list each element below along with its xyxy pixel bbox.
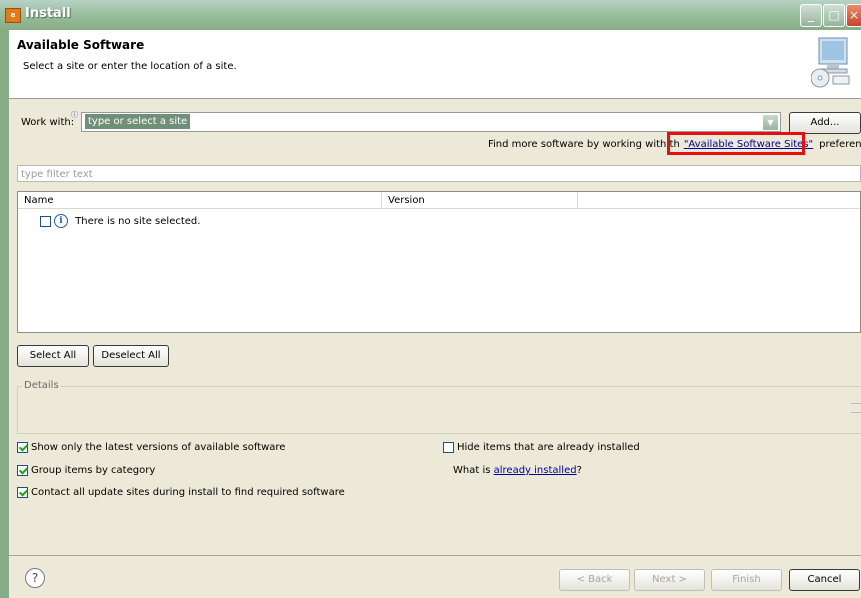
page-title: Available Software (17, 38, 145, 52)
row-checkbox[interactable] (40, 215, 51, 227)
chevron-down-icon[interactable]: ▼ (762, 114, 779, 131)
minimize-button[interactable]: _ (800, 4, 822, 27)
close-button[interactable]: × (846, 4, 861, 27)
filter-input[interactable]: type filter text (17, 165, 861, 182)
hide-installed-label: Hide items that are already installed (457, 442, 640, 453)
page-description: Select a site or enter the location of a… (23, 61, 237, 72)
option-contact-sites[interactable]: Contact all update sites during install … (17, 486, 345, 500)
group-by-category-checkbox[interactable] (17, 464, 28, 476)
scroll-grip-icon[interactable] (851, 403, 861, 413)
app-icon: e (5, 8, 21, 23)
maximize-button[interactable]: □ (823, 4, 845, 27)
what-is-installed-text: What is already installed? (453, 464, 582, 478)
window-title: Install (25, 6, 71, 21)
hide-installed-checkbox[interactable] (443, 441, 454, 453)
next-button[interactable]: Next > (634, 569, 705, 591)
info-decoration-icon: ⓘ (71, 111, 78, 119)
work-with-input[interactable]: type or select a site (85, 114, 191, 129)
window-border (0, 30, 9, 598)
column-header-name[interactable]: Name (18, 192, 382, 209)
select-all-button[interactable]: Select All (17, 345, 89, 367)
what-is-suffix: ? (576, 465, 582, 476)
back-button[interactable]: < Back (559, 569, 630, 591)
row-label: There is no site selected. (75, 216, 201, 227)
footer-divider (9, 555, 861, 556)
deselect-all-button[interactable]: Deselect All (93, 345, 169, 367)
show-latest-checkbox[interactable] (17, 441, 28, 453)
find-more-prefix: Find more software by working with th (488, 139, 680, 150)
option-hide-installed[interactable]: Hide items that are already installed (443, 441, 640, 455)
finish-button[interactable]: Finish (711, 569, 782, 591)
already-installed-link[interactable]: already installed (494, 465, 577, 476)
title-bar: e Install _ □ × (0, 0, 861, 30)
help-icon[interactable]: ? (25, 568, 45, 588)
computer-cd-icon (811, 37, 850, 88)
work-with-combo[interactable]: type or select a site ▼ (81, 112, 781, 132)
what-is-prefix: What is (453, 465, 494, 476)
option-group-by-category[interactable]: Group items by category (17, 464, 155, 478)
software-tree[interactable]: Name Version i There is no site selected… (17, 191, 861, 333)
option-show-latest[interactable]: Show only the latest versions of availab… (17, 441, 285, 455)
tree-row[interactable]: i There is no site selected. (40, 214, 200, 228)
column-header-empty (578, 192, 860, 209)
add-button[interactable]: Add... (789, 112, 861, 134)
find-more-suffix: preferences. (819, 139, 861, 150)
contact-sites-label: Contact all update sites during install … (31, 487, 345, 498)
contact-sites-checkbox[interactable] (17, 486, 28, 498)
details-group: Details (17, 380, 861, 434)
cancel-button[interactable]: Cancel (789, 569, 860, 591)
highlight-box (667, 132, 805, 155)
work-with-label: Work with: (21, 117, 75, 128)
column-header-version[interactable]: Version (382, 192, 578, 209)
group-by-category-label: Group items by category (31, 465, 156, 476)
info-icon: i (54, 214, 68, 228)
show-latest-label: Show only the latest versions of availab… (31, 442, 286, 453)
details-label: Details (22, 380, 61, 391)
wizard-header: Available Software Select a site or ente… (9, 30, 861, 99)
